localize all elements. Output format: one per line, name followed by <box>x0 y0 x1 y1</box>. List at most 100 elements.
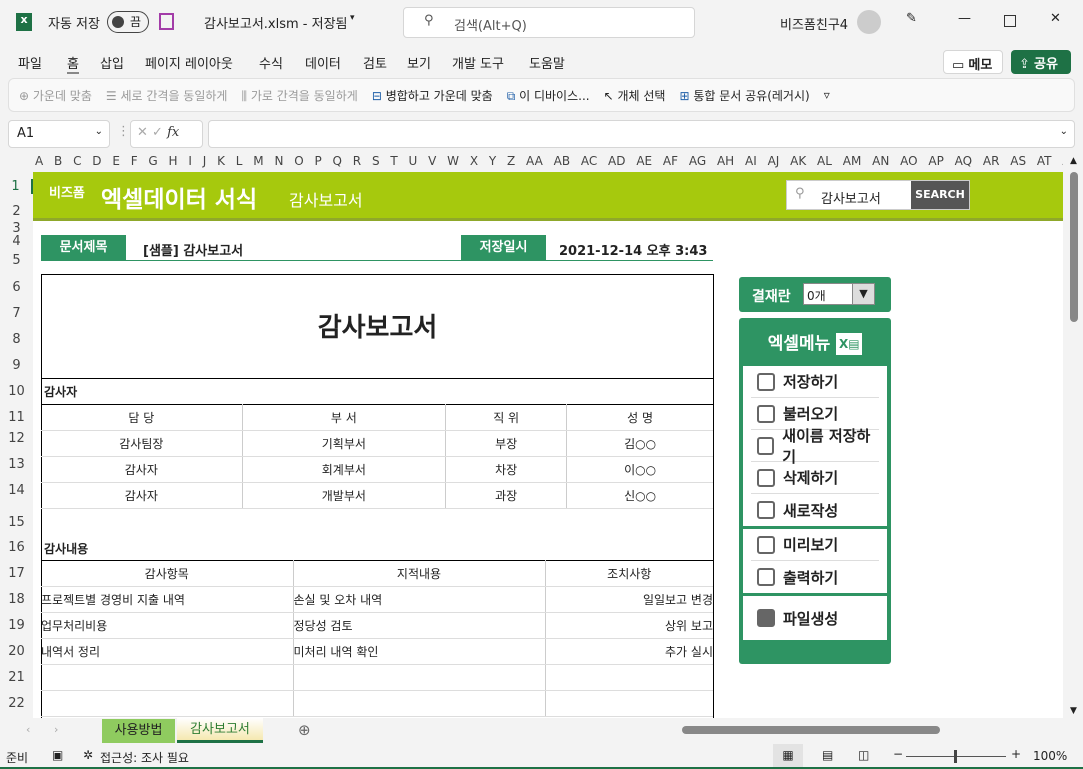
name-box[interactable]: A1 ⌄ <box>8 120 110 148</box>
sheet-tab-audit-report[interactable]: 감사보고서 <box>177 718 263 743</box>
menu-file[interactable]: 파일 <box>18 53 42 72</box>
menu-data[interactable]: 데이터 <box>305 53 341 72</box>
row-header[interactable]: 16 <box>0 540 33 555</box>
row-header[interactable]: 22 <box>0 696 33 711</box>
column-headers[interactable]: A B C D E F G H I J K L M N O P Q R S T … <box>33 154 1063 172</box>
memo-button[interactable]: ▭ 메모 <box>943 50 1003 74</box>
table-cell[interactable]: 미처리 내역 확인 <box>292 638 545 665</box>
menu-home[interactable]: 홈 <box>67 53 79 74</box>
table-cell[interactable]: 과장 <box>445 482 567 509</box>
add-sheet-icon[interactable]: ⊕ <box>298 721 311 739</box>
row-header[interactable]: 21 <box>0 670 33 685</box>
excel-menu-item[interactable]: 새이름 저장하기 <box>751 427 879 466</box>
table-cell[interactable]: 일일보고 변경 <box>544 586 713 613</box>
page-layout-view-icon[interactable]: ▤ <box>822 748 833 762</box>
table-cell[interactable] <box>41 690 293 717</box>
menu-formulas[interactable]: 수식 <box>259 53 283 72</box>
this-device-button[interactable]: ⧉ 이 디바이스... <box>507 87 590 104</box>
ribbon-more-icon[interactable]: ▿ <box>824 88 830 102</box>
macro-icon[interactable]: ▣ <box>52 748 63 762</box>
chevron-down-icon[interactable]: ▾ <box>350 13 355 23</box>
sheet-tab-usage[interactable]: 사용방법 <box>102 719 175 743</box>
row-header[interactable]: 1 <box>0 179 33 194</box>
user-name[interactable]: 비즈폼친구4 <box>780 14 848 33</box>
table-cell[interactable]: 부장 <box>445 430 567 457</box>
table-cell[interactable]: 손실 및 오차 내역 <box>292 586 545 613</box>
table-cell[interactable]: 기획부서 <box>241 430 446 457</box>
row-header[interactable]: 12 <box>0 431 33 446</box>
fx-icon[interactable]: fx <box>167 125 179 140</box>
row-header[interactable]: 6 <box>0 280 33 295</box>
table-cell[interactable]: 상위 보고 <box>544 612 713 639</box>
table-cell[interactable]: 내역서 정리 <box>41 638 293 665</box>
row-header[interactable]: 10 <box>0 384 33 399</box>
cancel-icon[interactable]: ✕ <box>137 125 148 140</box>
menu-insert[interactable]: 삽입 <box>100 53 124 72</box>
normal-view-icon[interactable]: ▦ <box>773 744 803 767</box>
formula-input[interactable]: ⌄ <box>208 120 1075 148</box>
dropdown-arrow-icon[interactable]: ▼ <box>852 284 874 304</box>
menu-developer[interactable]: 개발 도구 <box>452 53 504 72</box>
prev-sheet-icon[interactable]: ‹ <box>26 723 30 736</box>
menu-help[interactable]: 도움말 <box>529 53 565 72</box>
accessibility-status[interactable]: 접근성: 조사 필요 <box>100 749 189 766</box>
banner-search-input[interactable]: 감사보고서 <box>821 188 881 207</box>
close-icon[interactable]: ✕ <box>1050 11 1061 26</box>
table-cell[interactable]: 차장 <box>445 456 567 483</box>
select-objects-button[interactable]: ↖ 개체 선택 <box>604 87 666 104</box>
page-break-view-icon[interactable]: ◫ <box>858 748 869 762</box>
drag-handle-icon[interactable]: ⋮ <box>117 124 130 139</box>
table-cell[interactable] <box>292 690 545 717</box>
excel-menu-item[interactable]: 미리보기 <box>751 529 879 561</box>
autosave-toggle[interactable]: 끔 <box>107 11 149 33</box>
table-cell[interactable]: 추가 실시 <box>544 638 713 665</box>
pen-icon[interactable]: ✎ <box>906 11 917 26</box>
row-header[interactable]: 13 <box>0 457 33 472</box>
table-cell[interactable]: 신○○ <box>566 482 713 509</box>
table-cell[interactable]: 감사팀장 <box>41 430 243 457</box>
accessibility-icon[interactable]: ✲ <box>83 748 93 762</box>
row-header[interactable]: 5 <box>0 253 33 268</box>
excel-menu-item[interactable]: 파일생성 <box>751 602 879 634</box>
row-header[interactable]: 17 <box>0 566 33 581</box>
table-cell[interactable]: 감사자 <box>41 482 243 509</box>
distribute-horizontal-button[interactable]: ⫼ 가로 간격을 동일하게 <box>241 87 357 104</box>
table-cell[interactable] <box>544 690 713 717</box>
search-button[interactable]: SEARCH <box>911 181 969 209</box>
row-header[interactable]: 18 <box>0 592 33 607</box>
zoom-slider[interactable] <box>906 750 1006 763</box>
merge-center-button[interactable]: ⊟ 병합하고 가운데 맞춤 <box>372 87 493 104</box>
table-cell[interactable]: 프로젝트별 경영비 지출 내역 <box>41 586 293 613</box>
table-cell[interactable] <box>41 664 293 691</box>
zoom-level[interactable]: 100% <box>1033 749 1067 763</box>
next-sheet-icon[interactable]: › <box>54 723 58 736</box>
search-box[interactable]: ⚲ 검색(Alt+Q) <box>403 7 695 38</box>
excel-menu-item[interactable]: 저장하기 <box>751 366 879 398</box>
row-header[interactable]: 2 <box>0 204 33 219</box>
zoom-out-button[interactable]: − <box>893 747 903 761</box>
approval-dropdown[interactable]: 0개 ▼ <box>803 283 875 305</box>
row-header[interactable]: 15 <box>0 515 33 530</box>
table-cell[interactable]: 업무처리비용 <box>41 612 293 639</box>
align-center-button[interactable]: ⊕ 가운데 맞춤 <box>19 87 92 104</box>
table-cell[interactable]: 이○○ <box>566 456 713 483</box>
table-cell[interactable]: 개발부서 <box>241 482 446 509</box>
avatar[interactable] <box>857 10 881 34</box>
table-cell[interactable] <box>292 664 545 691</box>
row-header[interactable]: 11 <box>0 410 33 425</box>
horizontal-scrollbar[interactable] <box>670 723 1058 737</box>
row-header[interactable]: 8 <box>0 332 33 347</box>
table-cell[interactable]: 감사자 <box>41 456 243 483</box>
zoom-in-button[interactable]: + <box>1011 747 1021 761</box>
excel-menu-item[interactable]: 새로작성 <box>751 494 879 526</box>
table-cell[interactable]: 정당성 검토 <box>292 612 545 639</box>
expand-icon[interactable]: ⌄ <box>1060 126 1068 137</box>
menu-view[interactable]: 보기 <box>407 53 431 72</box>
save-icon[interactable] <box>159 13 174 30</box>
filename[interactable]: 감사보고서.xlsm - 저장됨 <box>204 13 348 32</box>
row-header[interactable]: 7 <box>0 306 33 321</box>
worksheet[interactable]: 비즈폼 엑셀데이터 서식 감사보고서 ⚲ 감사보고서 SEARCH 문서제목 [… <box>33 172 1063 718</box>
row-header[interactable]: 20 <box>0 644 33 659</box>
menu-page-layout[interactable]: 페이지 레이아웃 <box>145 53 233 72</box>
table-cell[interactable] <box>544 664 713 691</box>
